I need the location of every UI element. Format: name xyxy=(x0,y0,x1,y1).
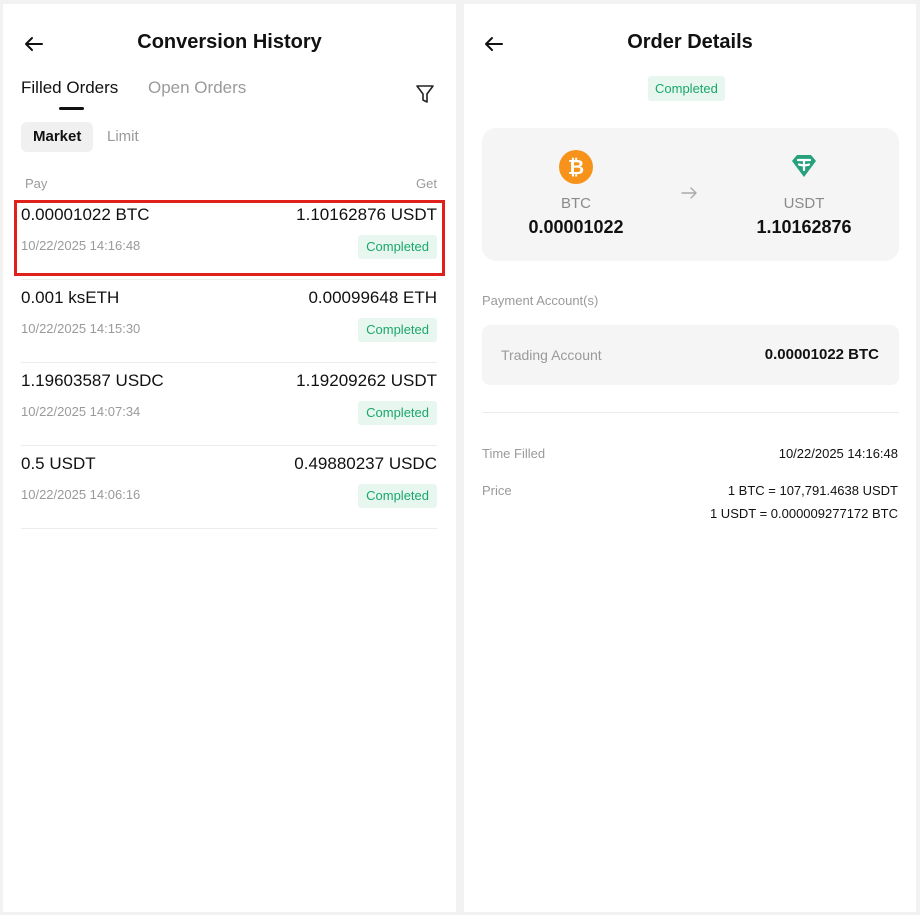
active-tab-indicator xyxy=(59,107,84,110)
filter-limit-chip[interactable]: Limit xyxy=(107,122,139,152)
payment-accounts-label: Payment Account(s) xyxy=(482,293,599,308)
page-title: Conversion History xyxy=(137,31,322,53)
get-amount: 1.19209262 USDT xyxy=(296,371,437,390)
tether-icon xyxy=(792,155,816,177)
filter-icon[interactable] xyxy=(415,83,435,105)
order-row[interactable]: 1.19603587 USDC 1.19209262 USDT 10/22/20… xyxy=(21,363,437,446)
arrow-right-icon xyxy=(681,187,697,199)
from-coin-name: BTC xyxy=(561,195,591,212)
pay-amount: 0.001 ksETH xyxy=(21,288,120,307)
section-divider xyxy=(482,412,899,413)
order-row[interactable]: 0.001 ksETH 0.00099648 ETH 10/22/2025 14… xyxy=(21,280,437,363)
order-row[interactable]: 0.5 USDT 0.49880237 USDC 10/22/2025 14:0… xyxy=(21,446,437,529)
time-filled-label: Time Filled xyxy=(482,446,546,461)
time-filled-value: 10/22/2025 14:16:48 xyxy=(778,446,898,461)
bitcoin-icon: ₿ xyxy=(559,150,593,184)
get-amount: 0.00099648 ETH xyxy=(308,288,437,307)
order-time: 10/22/2025 14:16:48 xyxy=(21,238,141,253)
from-coin-amount: 0.00001022 xyxy=(528,217,624,237)
filter-market-chip[interactable]: Market xyxy=(21,122,94,152)
status-badge: Completed xyxy=(648,76,725,101)
order-time: 10/22/2025 14:06:16 xyxy=(21,487,141,502)
status-badge: Completed xyxy=(358,318,437,342)
order-details-panel: Order Details Completed ₿ BTC 0.00001022… xyxy=(464,4,916,912)
to-coin-amount: 1.10162876 xyxy=(756,217,852,237)
tab-open-orders[interactable]: Open Orders xyxy=(148,78,246,98)
get-amount: 1.10162876 USDT xyxy=(296,205,437,224)
price-value-btc-usdt: 1 BTC = 107,791.4638 USDT xyxy=(727,483,898,498)
to-coin-name: USDT xyxy=(783,195,825,212)
pay-amount: 0.5 USDT xyxy=(21,454,96,473)
get-amount: 0.49880237 USDC xyxy=(294,454,437,473)
price-value-usdt-btc: 1 USDT = 0.000009277172 BTC xyxy=(709,506,898,521)
pay-amount: 0.00001022 BTC xyxy=(21,205,150,224)
status-badge: Completed xyxy=(358,401,437,425)
status-badge: Completed xyxy=(358,235,437,259)
conversion-history-panel: Conversion History Filled Orders Open Or… xyxy=(3,4,456,912)
order-time: 10/22/2025 14:07:34 xyxy=(21,404,141,419)
price-label: Price xyxy=(482,483,512,498)
conversion-summary-card: ₿ BTC 0.00001022 USDT 1.10162876 xyxy=(482,128,899,261)
page-title: Order Details xyxy=(627,31,753,53)
column-header-get: Get xyxy=(416,176,437,191)
account-amount: 0.00001022 BTC xyxy=(764,346,879,363)
status-badge: Completed xyxy=(358,484,437,508)
payment-account-box: Trading Account 0.00001022 BTC xyxy=(482,325,899,385)
order-time: 10/22/2025 14:15:30 xyxy=(21,321,141,336)
tab-filled-orders[interactable]: Filled Orders xyxy=(21,78,118,98)
account-name: Trading Account xyxy=(501,347,602,363)
pay-amount: 1.19603587 USDC xyxy=(21,371,164,390)
order-row[interactable]: 0.00001022 BTC 1.10162876 USDT 10/22/202… xyxy=(21,197,437,280)
svg-text:₿: ₿ xyxy=(568,155,584,179)
column-header-pay: Pay xyxy=(25,176,48,191)
